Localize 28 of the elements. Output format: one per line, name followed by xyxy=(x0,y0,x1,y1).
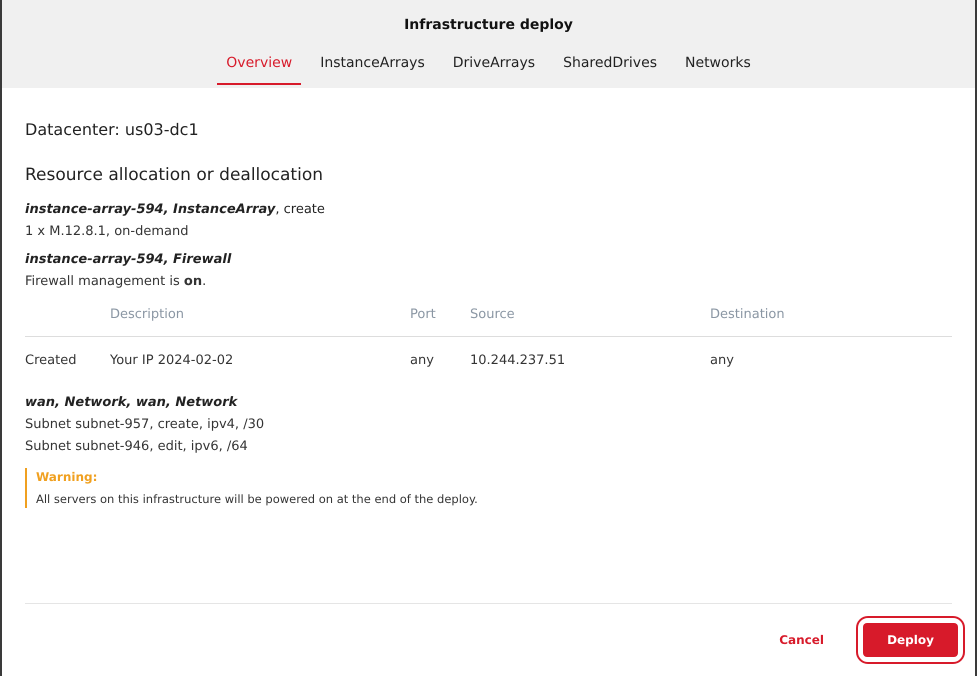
tab[interactable]: Overview xyxy=(217,47,302,85)
dialog-title: Infrastructure deploy xyxy=(404,17,573,33)
datacenter-heading: Datacenter: us03-dc1 xyxy=(25,120,200,139)
table-cell: any xyxy=(710,353,734,368)
table-cell: Created xyxy=(25,353,76,368)
table-cell: 10.244.237.51 xyxy=(470,353,566,368)
table-cell: any xyxy=(410,353,434,368)
warning-text: All servers on this infrastructure will be powered on at the end of the deploy. xyxy=(36,492,479,506)
resource-heading: instance-array-594, Firewall xyxy=(25,251,232,269)
table-cell: Your IP 2024-02-02 xyxy=(110,353,234,368)
tab[interactable]: InstanceArrays xyxy=(311,47,434,85)
resource-heading: wan, Network, wan, Network xyxy=(25,394,239,412)
resource-detail: Subnet subnet-946, edit, ipv6, /64 xyxy=(25,438,249,456)
resource-detail: Firewall management is on. xyxy=(25,273,208,291)
resource-detail: 1 x M.12.8.1, on-demand xyxy=(25,223,190,241)
column-header: Port xyxy=(410,307,436,322)
section-heading: Resource allocation or deallocation xyxy=(25,165,324,185)
column-header: Description xyxy=(110,307,184,322)
resource-heading: instance-array-594, InstanceArray, create xyxy=(25,201,326,219)
tab[interactable]: Networks xyxy=(676,47,760,85)
cancel-button[interactable]: Cancel xyxy=(773,632,830,648)
deploy-button[interactable]: Deploy xyxy=(863,623,958,657)
column-header: Destination xyxy=(710,307,785,322)
column-header: Source xyxy=(470,307,515,322)
warning-title: Warning: xyxy=(36,470,98,484)
resource-detail: Subnet subnet-957, create, ipv4, /30 xyxy=(25,416,266,434)
tab[interactable]: SharedDrives xyxy=(554,47,666,85)
tab[interactable]: DriveArrays xyxy=(444,47,544,85)
